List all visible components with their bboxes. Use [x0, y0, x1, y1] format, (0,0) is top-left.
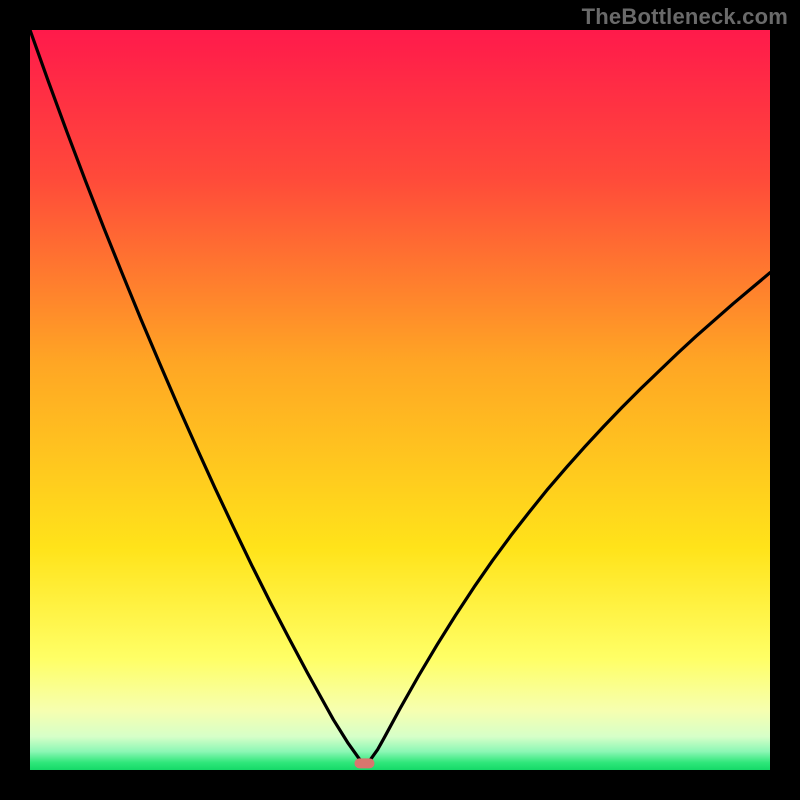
bottleneck-chart — [30, 30, 770, 770]
chart-frame: TheBottleneck.com — [0, 0, 800, 800]
watermark-label: TheBottleneck.com — [582, 4, 788, 30]
chart-background — [30, 30, 770, 770]
minimum-marker — [354, 758, 374, 768]
